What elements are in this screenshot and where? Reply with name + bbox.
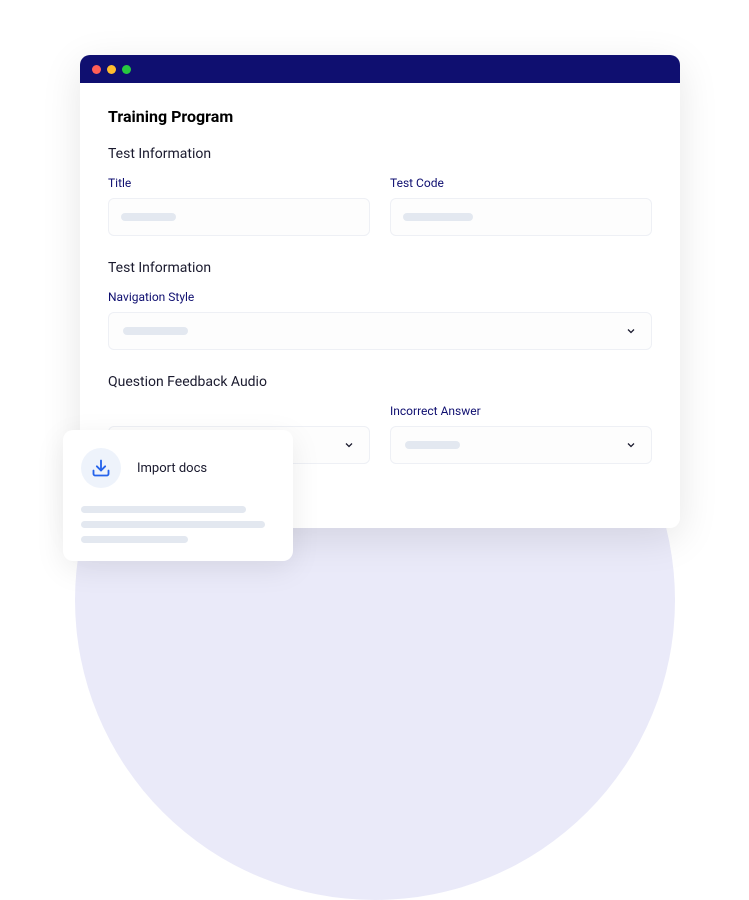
import-docs-card[interactable]: Import docs [63, 430, 293, 561]
chevron-down-icon [343, 439, 355, 451]
import-card-header: Import docs [81, 448, 275, 488]
title-input[interactable] [108, 198, 370, 236]
field-label-incorrect-answer: Incorrect Answer [390, 404, 652, 418]
section-test-information-1: Test Information Title Test Code [108, 146, 652, 236]
form-group-test-code: Test Code [390, 176, 652, 236]
section-title: Test Information [108, 146, 652, 162]
chevron-down-icon [625, 325, 637, 337]
test-code-input[interactable] [390, 198, 652, 236]
skeleton-line [81, 536, 188, 543]
field-label-navigation-style: Navigation Style [108, 290, 652, 304]
import-card-title: Import docs [137, 461, 207, 476]
field-label-test-code: Test Code [390, 176, 652, 190]
close-window-button[interactable] [92, 65, 101, 74]
form-group-title: Title [108, 176, 370, 236]
section-test-information-2: Test Information Navigation Style [108, 260, 652, 350]
page-title: Training Program [108, 107, 652, 126]
form-row: Title Test Code [108, 176, 652, 236]
maximize-window-button[interactable] [122, 65, 131, 74]
import-icon-container [81, 448, 121, 488]
placeholder-skeleton [403, 213, 473, 221]
download-icon [91, 458, 111, 478]
minimize-window-button[interactable] [107, 65, 116, 74]
section-title: Test Information [108, 260, 652, 276]
field-label-title: Title [108, 176, 370, 190]
section-title: Question Feedback Audio [108, 374, 652, 390]
placeholder-skeleton [405, 441, 460, 449]
skeleton-line [81, 506, 246, 513]
placeholder-skeleton [123, 327, 188, 335]
skeleton-line [81, 521, 265, 528]
incorrect-answer-select[interactable] [390, 426, 652, 464]
window-titlebar [80, 55, 680, 83]
placeholder-skeleton [121, 213, 176, 221]
navigation-style-select[interactable] [108, 312, 652, 350]
field-label-correct-answer [108, 404, 370, 418]
chevron-down-icon [625, 439, 637, 451]
form-group-incorrect-answer: Incorrect Answer [390, 404, 652, 464]
